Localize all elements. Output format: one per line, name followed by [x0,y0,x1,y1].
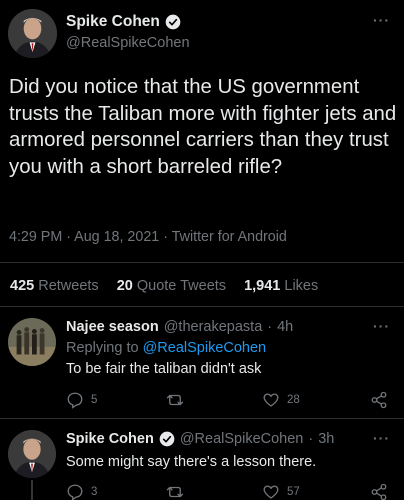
reply-header: Spike Cohen @RealSpikeCohen · 3h [66,431,334,447]
reply-header: Najee season @therakepasta · 4h [66,319,293,335]
reply-timestamp[interactable]: 4h [277,319,293,335]
replying-mention[interactable]: @RealSpikeCohen [143,340,267,356]
verified-badge-icon [165,14,181,30]
reply-author-name[interactable]: Najee season [66,319,159,335]
verified-badge-icon [159,431,175,447]
retweets-stat[interactable]: 425 Retweets [10,278,99,294]
divider [0,262,404,263]
separator-dot: · [308,431,314,447]
reply-button[interactable]: 3 [66,483,97,500]
author-name[interactable]: Spike Cohen [66,13,181,31]
reply-actions: 5 28 [66,391,392,411]
divider [0,306,404,307]
like-count: 57 [287,486,300,498]
retweets-label: Retweets [38,278,99,294]
reply-tweet[interactable]: Spike Cohen @RealSpikeCohen · 3h ··· Som… [0,424,404,500]
tweet-stats: 425 Retweets 20 Quote Tweets 1,941 Likes [10,278,318,294]
reply-button[interactable]: 5 [66,391,97,409]
reply-icon [67,484,83,500]
author-name-text[interactable]: Spike Cohen [66,13,160,31]
reply-author-handle[interactable]: @RealSpikeCohen [180,431,304,447]
likes-label: Likes [284,278,319,294]
share-icon [371,483,387,500]
tweet-text: Did you notice that the US government tr… [9,76,397,178]
tweet-meta: 4:29 PM · Aug 18, 2021 · Twitter for And… [9,229,287,245]
reply-author-handle[interactable]: @therakepasta [164,319,263,335]
like-button[interactable]: 57 [262,483,300,500]
reply-count: 3 [91,486,98,498]
author-avatar[interactable] [8,9,57,58]
thread-line [31,480,33,500]
quotes-count: 20 [116,278,133,294]
reply-avatar[interactable] [8,318,56,366]
reply-author-name[interactable]: Spike Cohen [66,431,154,447]
replying-to: Replying to @RealSpikeCohen [66,340,266,356]
like-icon [263,393,279,407]
retweets-count: 425 [10,278,35,294]
likes-count: 1,941 [244,278,281,294]
like-button[interactable]: 28 [262,391,300,409]
likes-stat[interactable]: 1,941 Likes [244,278,318,294]
share-button[interactable] [370,483,388,500]
retweet-icon [166,394,184,406]
retweet-button[interactable] [166,483,191,500]
reply-avatar[interactable] [8,430,56,478]
share-icon [371,391,387,409]
reply-text: Some might say there's a lesson there. [66,454,317,470]
share-button[interactable] [370,391,388,409]
retweet-icon [166,486,184,498]
more-icon[interactable]: ··· [373,318,390,334]
retweet-button[interactable] [166,391,191,409]
like-icon [263,485,279,499]
quotes-stat[interactable]: 20 Quote Tweets [117,278,226,294]
reply-count: 5 [91,394,98,406]
author-handle[interactable]: @RealSpikeCohen [66,35,190,51]
reply-tweet[interactable]: Najee season @therakepasta · 4h ··· Repl… [0,314,404,418]
divider [0,418,404,419]
reply-icon [67,392,83,409]
like-count: 28 [287,394,300,406]
more-icon[interactable]: ··· [373,12,390,28]
quotes-label: Quote Tweets [136,278,227,294]
reply-text: To be fair the taliban didn't ask [66,361,262,377]
reply-actions: 3 57 [66,483,392,500]
reply-timestamp[interactable]: 3h [318,431,334,447]
more-icon[interactable]: ··· [373,430,390,446]
replying-prefix: Replying to [66,340,139,356]
separator-dot: · [267,319,273,335]
